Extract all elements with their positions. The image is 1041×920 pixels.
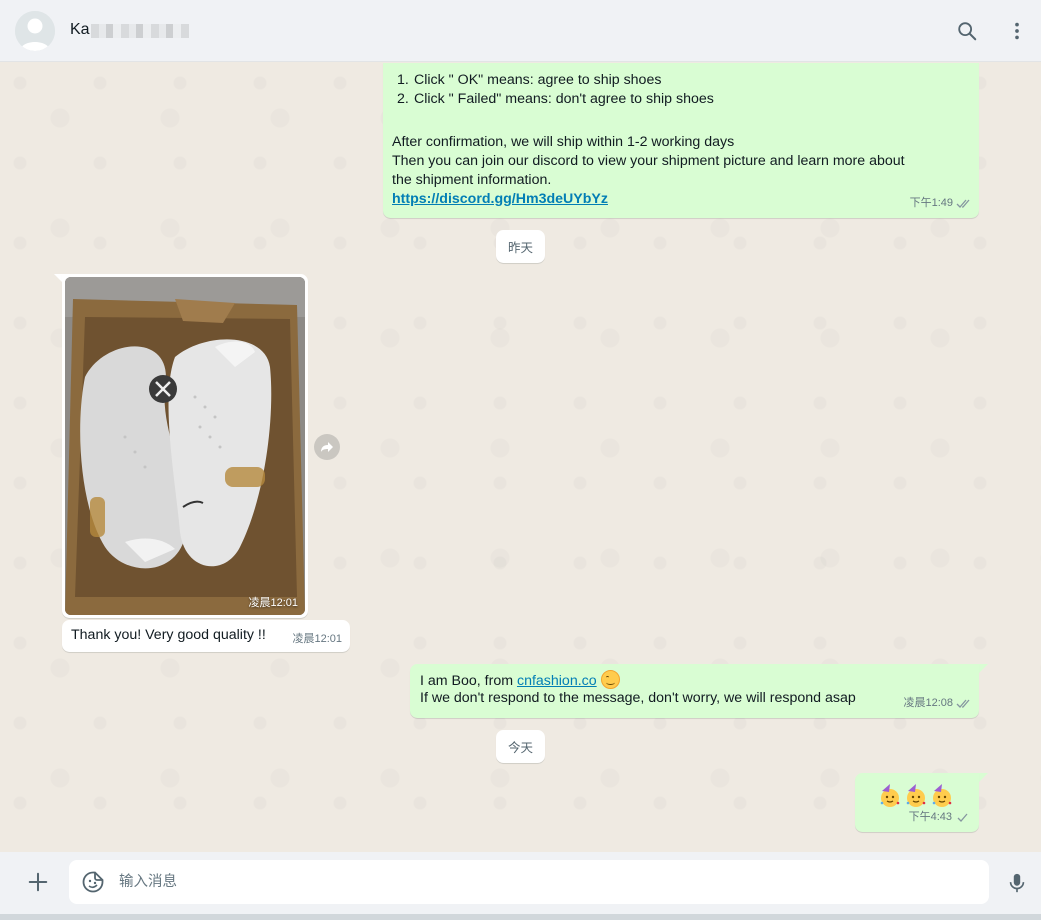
menu-button[interactable]: [1004, 18, 1030, 44]
message-time: 下午4:43: [908, 811, 952, 823]
message-time: 凌晨12:08: [903, 697, 953, 709]
message-time: 凌晨12:01: [248, 597, 298, 609]
more-vertical-icon: [1015, 22, 1019, 40]
message-intro[interactable]: I am Boo, from cnfashion.co If we don't …: [410, 664, 979, 718]
contact-name[interactable]: Ka: [70, 21, 90, 39]
message-text: If we don't respond to the message, don'…: [420, 690, 856, 706]
partying-face-icon: [906, 784, 926, 807]
option-list: 1. Click " OK" means: agree to ship shoes…: [397, 71, 714, 109]
double-check-icon: [956, 198, 972, 209]
cnfashion-link[interactable]: cnfashion.co: [517, 673, 597, 689]
voice-message-button[interactable]: [1005, 870, 1029, 896]
bubble-tail: [979, 664, 988, 673]
smiling-face-icon: [600, 670, 620, 689]
window-edge: [0, 914, 1041, 920]
search-icon: [958, 22, 977, 41]
partying-face-icon: [932, 784, 952, 807]
forward-button[interactable]: [314, 434, 340, 460]
message-input[interactable]: [119, 860, 969, 904]
message-meta: 下午1:49: [910, 194, 972, 213]
forward-icon: [321, 442, 333, 452]
date-divider: 今天: [496, 730, 546, 763]
contact-name-redacted: [91, 24, 189, 38]
message-party-emoji[interactable]: 下午4:43: [855, 773, 979, 832]
message-text: I am Boo, from: [420, 673, 517, 689]
message-meta: 凌晨12:08: [903, 694, 972, 713]
sticker-icon[interactable]: [81, 870, 105, 894]
plus-icon: [28, 872, 48, 892]
discord-link[interactable]: https://discord.gg/Hm3deUYbYz: [392, 190, 608, 209]
chat-area[interactable]: 1. Click " OK" means: agree to ship shoes…: [0, 63, 1041, 851]
composer: [0, 852, 1041, 920]
partying-face-icon: [880, 784, 900, 807]
shoe-box-photo[interactable]: 凌晨12:01: [65, 277, 305, 615]
microphone-icon: [1009, 873, 1025, 893]
message-image[interactable]: 凌晨12:01: [62, 274, 308, 618]
message-line: I am Boo, from cnfashion.co: [420, 670, 620, 691]
photo-icon: [65, 277, 305, 615]
message-time: 下午1:49: [909, 197, 953, 209]
message-text: the shipment information.: [392, 172, 552, 188]
message-text: Then you can join our discord to view yo…: [392, 153, 905, 169]
message-input-box[interactable]: [69, 860, 989, 904]
search-button[interactable]: [954, 18, 980, 44]
message-shipping-instructions[interactable]: 1. Click " OK" means: agree to ship shoes…: [383, 63, 979, 218]
message-meta: 下午4:43: [909, 808, 971, 827]
attach-button[interactable]: [24, 868, 52, 896]
bubble-tail: [979, 773, 988, 782]
chat-header: Ka: [0, 0, 1041, 62]
contact-avatar[interactable]: [15, 11, 55, 51]
double-check-icon: [956, 698, 972, 709]
message-thanks[interactable]: Thank you! Very good quality !! 凌晨12:01: [62, 620, 350, 652]
message-text: Thank you! Very good quality !!: [71, 627, 266, 643]
single-check-icon: [955, 812, 971, 823]
message-time: 凌晨12:01: [292, 633, 342, 645]
list-item: 2. Click " Failed" means: don't agree to …: [397, 91, 714, 107]
list-item: 1. Click " OK" means: agree to ship shoes: [397, 72, 662, 88]
date-divider: 昨天: [496, 230, 546, 263]
message-text: After confirmation, we will ship within …: [392, 134, 735, 150]
default-avatar-icon: [15, 11, 55, 51]
